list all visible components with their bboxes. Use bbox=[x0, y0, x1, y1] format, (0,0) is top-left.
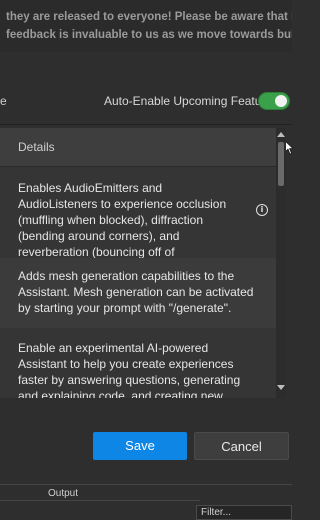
info-icon[interactable]: i bbox=[256, 204, 268, 216]
filter-input[interactable] bbox=[196, 505, 292, 520]
feature-item-mesh-generation[interactable]: Adds mesh generation capabilities to the… bbox=[0, 258, 276, 328]
beta-notice-line-1: they are released to everyone! Please be… bbox=[6, 11, 292, 23]
features-list-panel: Details Enables AudioEmitters and AudioL… bbox=[0, 128, 286, 398]
mouse-cursor-icon bbox=[285, 141, 293, 155]
auto-enable-toggle[interactable] bbox=[258, 92, 290, 110]
cancel-button[interactable]: Cancel bbox=[194, 432, 289, 460]
scroll-up-arrow-icon[interactable] bbox=[277, 132, 285, 137]
output-divider bbox=[0, 500, 200, 501]
auto-enable-label: Auto-Enable Upcoming Features bbox=[104, 94, 279, 108]
details-header: Details bbox=[0, 128, 276, 167]
vertical-scrollbar[interactable] bbox=[276, 128, 286, 398]
save-button[interactable]: Save bbox=[93, 432, 187, 460]
beta-notice-line-2: feedback is invaluable to us as we move … bbox=[6, 29, 292, 41]
beta-notice-banner: they are released to everyone! Please be… bbox=[0, 0, 292, 52]
scroll-down-arrow-icon[interactable] bbox=[277, 385, 285, 390]
toggle-knob bbox=[275, 95, 287, 107]
feature-item-ai-assistant[interactable]: Enable an experimental AI-powered Assist… bbox=[0, 328, 276, 398]
cut-off-label: e bbox=[0, 94, 7, 108]
details-label: Details bbox=[18, 140, 55, 154]
feature-description: Adds mesh generation capabilities to the… bbox=[18, 269, 254, 315]
section-divider bbox=[0, 124, 292, 125]
feature-description: Enable an experimental AI-powered Assist… bbox=[18, 341, 241, 398]
scrollbar-thumb[interactable] bbox=[278, 142, 284, 186]
feature-item-audio-occlusion[interactable]: Enables AudioEmitters and AudioListeners… bbox=[0, 180, 276, 275]
bottom-divider bbox=[0, 484, 292, 485]
auto-enable-row: e Auto-Enable Upcoming Features bbox=[0, 90, 292, 114]
output-tab[interactable]: Output bbox=[48, 488, 78, 499]
